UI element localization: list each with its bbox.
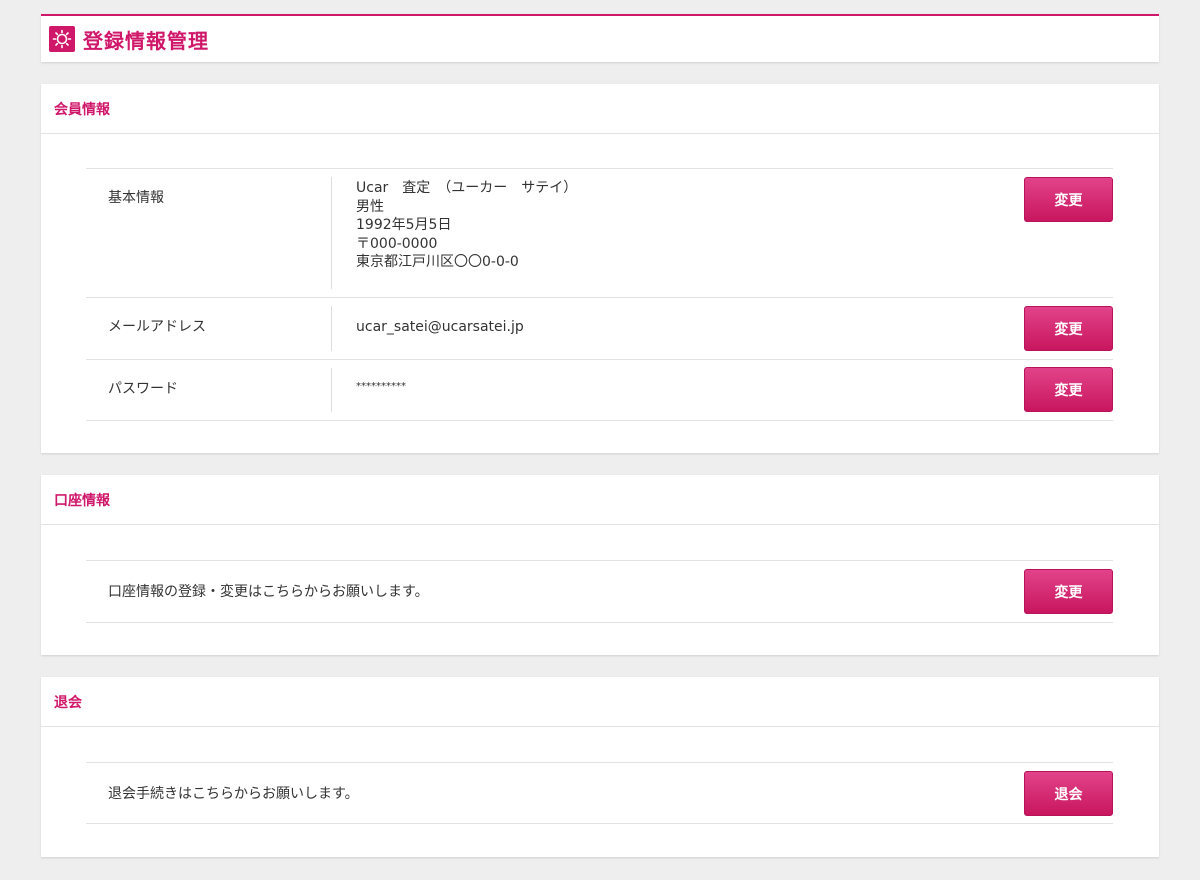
address-text: 東京都江戸川区〇〇0-0-0 [356,254,519,270]
bank-account-table: 口座情報の登録・変更はこちらからお願いします。 変更 [86,560,1113,623]
sun-icon [49,26,75,52]
bank-account-title: 口座情報 [54,492,110,509]
password-label: パスワード [108,381,178,397]
withdraw-section: 退会 退会手続きはこちらからお願いします。 退会 [41,677,1159,857]
withdraw-row: 退会手続きはこちらからお願いします。 退会 [86,763,1113,824]
email-value: ucar_satei@ucarsatei.jp [356,319,524,335]
withdraw-table: 退会手続きはこちらからお願いします。 退会 [86,762,1113,824]
change-basic-info-button[interactable]: 変更 [1024,177,1113,222]
member-info-table: 基本情報 Ucar 査定 （ユーカー サテイ） 男性 1992年5月5日 〒00… [86,168,1113,421]
change-password-button[interactable]: 変更 [1024,367,1113,412]
password-value: ********** [356,381,406,392]
bank-account-header: 口座情報 [41,475,1159,525]
withdraw-title: 退会 [54,694,82,711]
bank-account-section: 口座情報 口座情報の登録・変更はこちらからお願いします。 変更 [41,475,1159,655]
row-divider [331,177,332,289]
member-info-title: 会員情報 [54,101,110,118]
email-row: メールアドレス ucar_satei@ucarsatei.jp 変更 [86,298,1113,360]
withdraw-text: 退会手続きはこちらからお願いします。 [108,786,359,802]
gender-text: 男性 [356,198,384,215]
basic-info-value: Ucar 査定 （ユーカー サテイ） 男性 1992年5月5日 〒000-000… [356,179,577,272]
birthday-text: 1992年5月5日 [356,217,452,233]
row-divider [331,306,332,351]
row-divider [331,368,332,412]
password-row: パスワード ********** 変更 [86,360,1113,421]
withdraw-button[interactable]: 退会 [1024,771,1113,816]
name-text: Ucar 査定 （ユーカー サテイ） [356,180,578,196]
basic-info-row: 基本情報 Ucar 査定 （ユーカー サテイ） 男性 1992年5月5日 〒00… [86,169,1113,298]
email-label: メールアドレス [108,319,206,335]
bank-account-text: 口座情報の登録・変更はこちらからお願いします。 [108,584,429,600]
basic-info-label: 基本情報 [108,190,164,206]
change-email-button[interactable]: 変更 [1024,306,1113,351]
change-bank-account-button[interactable]: 変更 [1024,569,1113,614]
page-header: 登録情報管理 [41,14,1159,62]
member-info-section: 会員情報 基本情報 Ucar 査定 （ユーカー サテイ） 男性 1992年5月5… [41,84,1159,453]
withdraw-header: 退会 [41,677,1159,727]
postal-code-text: 〒000-0000 [356,235,438,252]
bank-account-row: 口座情報の登録・変更はこちらからお願いします。 変更 [86,561,1113,623]
page-title: 登録情報管理 [83,28,209,53]
member-info-header: 会員情報 [41,84,1159,134]
